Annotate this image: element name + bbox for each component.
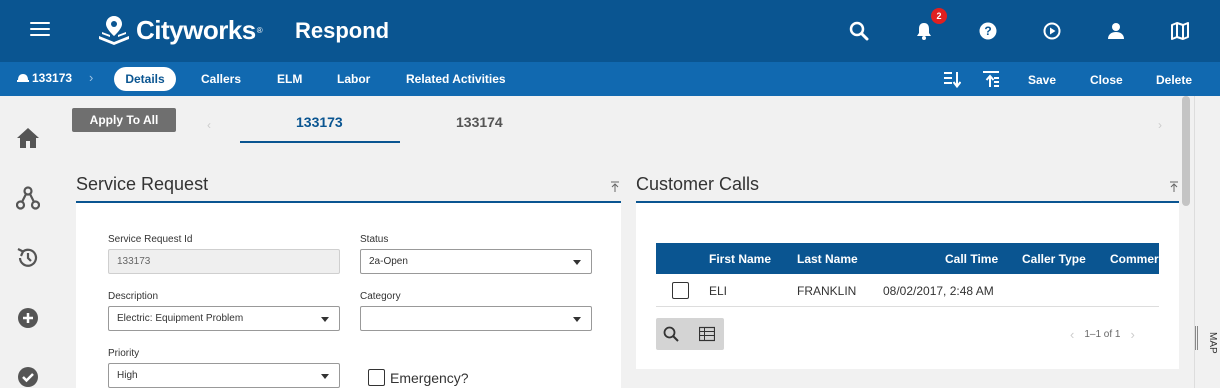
help-icon[interactable]: ? bbox=[976, 19, 1000, 43]
map-toggle[interactable]: MAP bbox=[1196, 332, 1218, 354]
column-first-name[interactable]: First Name bbox=[709, 252, 771, 266]
play-icon[interactable] bbox=[1040, 19, 1064, 43]
status-label: Status bbox=[360, 234, 389, 245]
brand-name: Cityworks bbox=[136, 14, 256, 45]
record-tab-133173[interactable]: 133173 bbox=[296, 114, 343, 130]
status-value: 2a-Open bbox=[369, 256, 408, 267]
record-breadcrumb[interactable]: 133173 bbox=[17, 71, 72, 85]
menu-icon[interactable] bbox=[30, 22, 50, 38]
record-nav-bar: 133173 › Details Callers ELM Labor Relat… bbox=[0, 62, 1220, 96]
category-select[interactable] bbox=[360, 306, 592, 331]
cell-call-time: 08/02/2017, 2:48 AM bbox=[883, 284, 994, 298]
sort-descending-icon[interactable] bbox=[943, 70, 961, 88]
scrollbar[interactable] bbox=[1180, 96, 1194, 388]
add-icon[interactable] bbox=[16, 306, 40, 330]
category-label: Category bbox=[360, 291, 401, 302]
priority-label: Priority bbox=[108, 348, 140, 359]
customer-calls-title: Customer Calls bbox=[636, 174, 760, 194]
grid-toolbar bbox=[656, 318, 724, 350]
breadcrumb-separator: › bbox=[89, 70, 94, 85]
search-icon[interactable] bbox=[847, 19, 871, 43]
emergency-label: Emergency? bbox=[390, 370, 469, 386]
tab-details[interactable]: Details bbox=[114, 67, 176, 91]
module-title: Respond bbox=[295, 18, 390, 43]
collapse-icon[interactable] bbox=[610, 181, 620, 193]
check-icon[interactable] bbox=[16, 365, 40, 388]
cityworks-logo: Cityworks ® bbox=[96, 12, 263, 48]
table-icon[interactable] bbox=[699, 326, 715, 342]
cell-first-name: ELI bbox=[709, 284, 728, 298]
chevron-down-icon bbox=[321, 317, 329, 322]
collapse-icon[interactable] bbox=[1169, 181, 1179, 193]
user-icon[interactable] bbox=[1104, 19, 1128, 43]
history-icon[interactable] bbox=[16, 246, 40, 270]
column-call-time[interactable]: Call Time bbox=[945, 252, 998, 266]
column-comments[interactable]: Commer bbox=[1110, 252, 1159, 266]
record-tab-133174[interactable]: 133174 bbox=[456, 114, 503, 130]
service-request-id-label: Service Request Id bbox=[108, 234, 193, 245]
tab-elm[interactable]: ELM bbox=[277, 72, 302, 86]
row-checkbox[interactable] bbox=[672, 282, 689, 299]
trademark-symbol: ® bbox=[256, 25, 263, 35]
search-icon[interactable] bbox=[663, 326, 679, 342]
chevron-down-icon bbox=[321, 374, 329, 379]
service-request-title: Service Request bbox=[76, 174, 209, 194]
home-icon[interactable] bbox=[16, 126, 40, 150]
description-select[interactable]: Electric: Equipment Problem bbox=[108, 306, 340, 331]
svg-text:?: ? bbox=[984, 24, 991, 38]
logo-mark-icon bbox=[99, 16, 129, 45]
sort-ascending-icon[interactable] bbox=[982, 70, 1000, 88]
apply-to-all-button[interactable]: Apply To All bbox=[72, 108, 176, 132]
workflow-icon[interactable] bbox=[16, 186, 40, 210]
close-button[interactable]: Close bbox=[1090, 73, 1123, 87]
cell-last-name: FRANKLIN bbox=[797, 284, 857, 298]
tab-labor[interactable]: Labor bbox=[337, 72, 370, 86]
tab-callers[interactable]: Callers bbox=[201, 72, 241, 86]
chevron-left-icon[interactable]: ‹ bbox=[207, 118, 211, 132]
tab-related-activities[interactable]: Related Activities bbox=[406, 72, 506, 86]
active-tab-indicator bbox=[240, 141, 400, 143]
table-row[interactable]: ELI FRANKLIN 08/02/2017, 2:48 AM bbox=[656, 274, 1159, 307]
chevron-down-icon bbox=[573, 260, 581, 265]
chevron-right-icon[interactable]: › bbox=[1158, 118, 1162, 132]
delete-button[interactable]: Delete bbox=[1156, 73, 1192, 87]
chevron-right-icon[interactable]: › bbox=[1131, 327, 1135, 342]
notification-badge[interactable]: 2 bbox=[931, 8, 947, 24]
save-button[interactable]: Save bbox=[1028, 73, 1056, 87]
description-value: Electric: Equipment Problem bbox=[117, 313, 244, 324]
pagination-label: 1–1 of 1 bbox=[1084, 329, 1121, 340]
record-id: 133173 bbox=[32, 71, 73, 85]
pagination: ‹ 1–1 of 1 › bbox=[1070, 327, 1135, 342]
top-bar: Cityworks ® Respond 2 ? bbox=[0, 0, 1220, 62]
chevron-left-icon[interactable]: ‹ bbox=[1070, 327, 1074, 342]
bell-icon[interactable] bbox=[912, 19, 936, 43]
chevron-down-icon bbox=[573, 317, 581, 322]
service-request-id-field: 133173 bbox=[108, 249, 340, 274]
priority-select[interactable]: High bbox=[108, 363, 340, 388]
map-icon[interactable] bbox=[1168, 19, 1192, 43]
column-last-name[interactable]: Last Name bbox=[797, 252, 858, 266]
column-caller-type[interactable]: Caller Type bbox=[1022, 252, 1086, 266]
description-label: Description bbox=[108, 291, 159, 302]
hardhat-icon bbox=[17, 74, 29, 82]
left-sidebar bbox=[0, 96, 57, 388]
priority-value: High bbox=[117, 370, 138, 381]
emergency-checkbox[interactable] bbox=[368, 369, 385, 386]
calls-table-header: First Name Last Name Call Time Caller Ty… bbox=[656, 243, 1159, 274]
status-select[interactable]: 2a-Open bbox=[360, 249, 592, 274]
scrollbar-thumb[interactable] bbox=[1182, 96, 1190, 206]
